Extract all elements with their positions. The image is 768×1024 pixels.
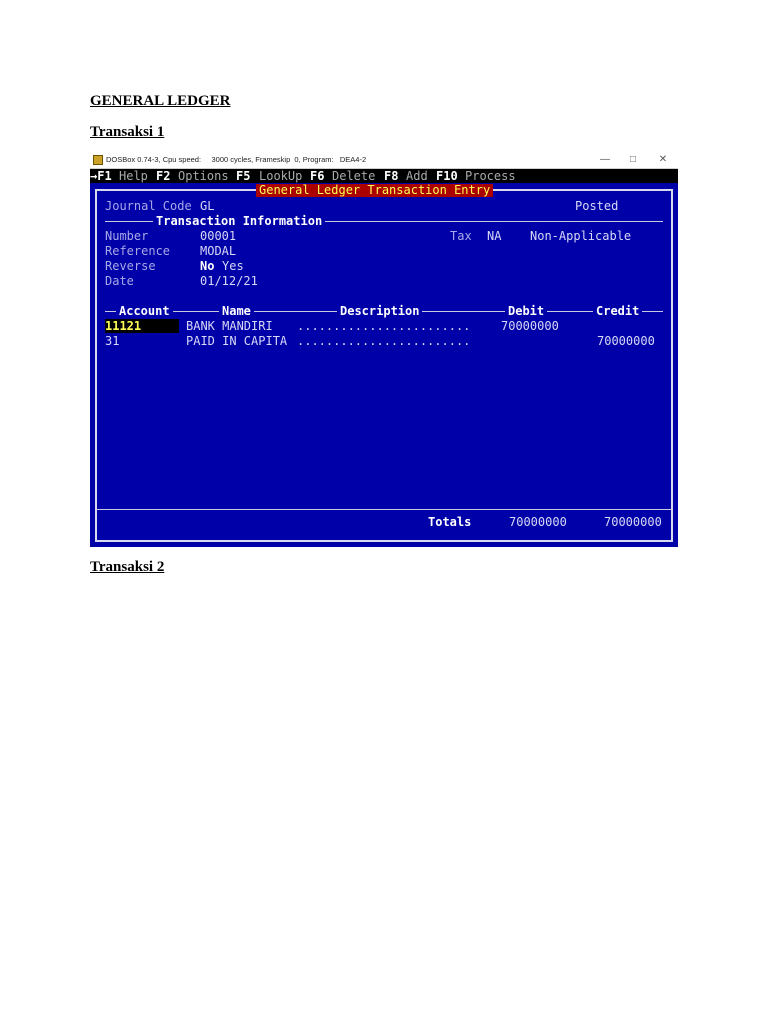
f8-key[interactable]: F8	[384, 169, 398, 183]
f6-key[interactable]: F6	[310, 169, 324, 183]
column-header-description: Description	[337, 304, 423, 318]
reference-field[interactable]: MODAL	[200, 244, 236, 258]
menu-delete[interactable]: Delete	[332, 169, 375, 183]
reverse-option-no[interactable]: No	[200, 259, 214, 273]
number-field[interactable]: 00001	[200, 229, 236, 243]
totals-divider	[97, 509, 671, 510]
row-2-account-field[interactable]: 31	[105, 334, 119, 348]
reverse-label: Reverse	[105, 259, 156, 273]
row-1-name: BANK MANDIRI	[186, 319, 273, 333]
row-1-debit[interactable]: 70000000	[501, 319, 559, 333]
menu-add[interactable]: Add	[406, 169, 428, 183]
column-header-debit: Debit	[505, 304, 548, 318]
date-label: Date	[105, 274, 134, 288]
tax-label: Tax	[450, 229, 472, 243]
row-1-description[interactable]: ........................	[297, 319, 470, 333]
date-field[interactable]: 01/12/21	[200, 274, 258, 288]
menu-options[interactable]: Options	[178, 169, 229, 183]
dosbox-app-icon	[93, 155, 103, 165]
dosbox-window: DOSBox 0.74-3, Cpu speed: 3000 cycles, F…	[90, 152, 678, 547]
tax-code-field[interactable]: NA	[487, 229, 501, 243]
close-button[interactable]: ✕	[651, 153, 675, 167]
column-header-account: Account	[116, 304, 173, 318]
row-2-name: PAID IN CAPITA	[186, 334, 288, 348]
minimize-button[interactable]: —	[593, 153, 617, 167]
column-header-credit: Credit	[593, 304, 643, 318]
reverse-option-yes[interactable]: Yes	[222, 259, 244, 273]
f1-key[interactable]: →F1	[90, 169, 112, 183]
window-title-text: DOSBox 0.74-3, Cpu speed: 3000 cycles, F…	[106, 155, 367, 164]
totals-credit: 70000000	[604, 515, 662, 529]
document-heading: GENERAL LEDGER	[90, 93, 231, 109]
window-titlebar[interactable]: DOSBox 0.74-3, Cpu speed: 3000 cycles, F…	[90, 152, 678, 169]
f5-key[interactable]: F5	[236, 169, 250, 183]
number-label: Number	[105, 229, 149, 243]
dos-screen: →F1 Help F2 Options F5 LookUp F6 Delete …	[90, 169, 678, 547]
totals-label: Totals	[428, 515, 472, 529]
transaction-information-heading: Transaction Information	[153, 214, 326, 228]
journal-code-field[interactable]: GL	[200, 199, 214, 213]
reference-label: Reference	[105, 244, 171, 258]
column-header-name: Name	[219, 304, 254, 318]
section-heading-transaksi-2: Transaksi 2	[90, 559, 165, 575]
posted-status: Posted	[575, 199, 619, 213]
journal-code-label: Journal Code	[105, 199, 192, 213]
maximize-button[interactable]: □	[621, 153, 645, 167]
section-heading-transaksi-1: Transaksi 1	[90, 124, 165, 140]
menu-help[interactable]: Help	[119, 169, 148, 183]
tax-description: Non-Applicable	[530, 229, 632, 243]
f10-key[interactable]: F10	[436, 169, 458, 183]
menu-process[interactable]: Process	[465, 169, 516, 183]
function-key-bar: →F1 Help F2 Options F5 LookUp F6 Delete …	[90, 169, 678, 183]
row-2-description[interactable]: ........................	[297, 334, 470, 348]
row-1-account-field[interactable]: 11121	[105, 319, 179, 333]
menu-lookup[interactable]: LookUp	[259, 169, 302, 183]
entry-window-title: General Ledger Transaction Entry	[256, 184, 494, 197]
f2-key[interactable]: F2	[156, 169, 170, 183]
row-2-credit[interactable]: 70000000	[597, 334, 655, 348]
totals-debit: 70000000	[509, 515, 567, 529]
